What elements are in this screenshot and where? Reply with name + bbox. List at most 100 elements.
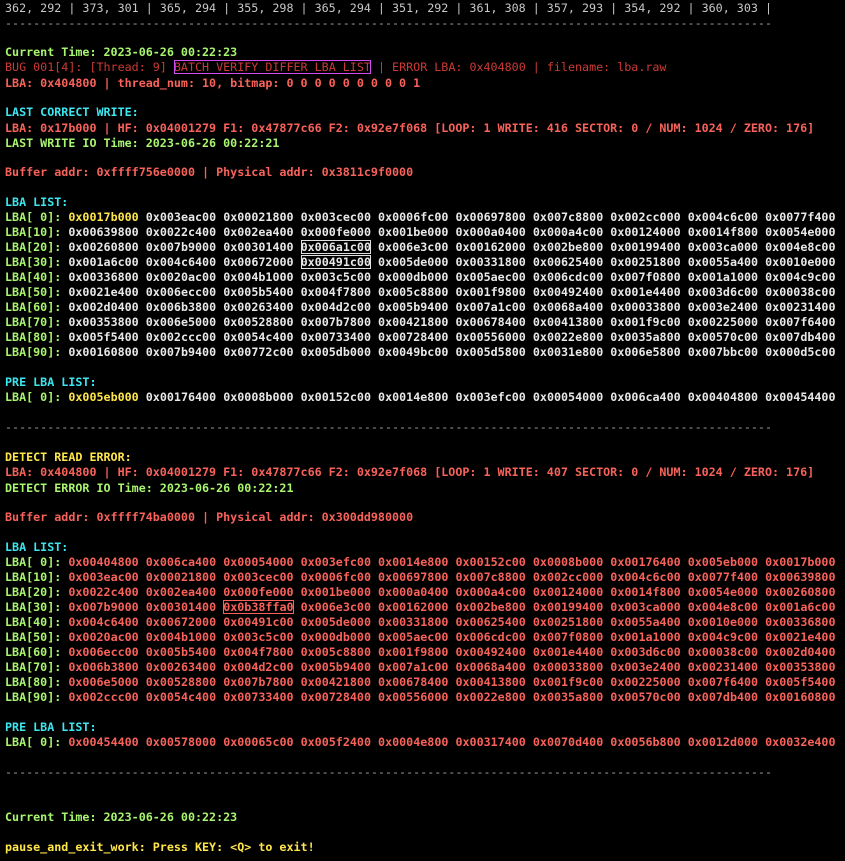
lba-value: 0x00728400 xyxy=(378,330,449,344)
lba-value: 0x00491c00 xyxy=(300,255,371,269)
lba-value: 0x00176400 xyxy=(610,555,681,569)
lba-value: 0x0068a400 xyxy=(532,300,604,314)
lba-value: 0x00639800 xyxy=(68,225,139,239)
lba-row-label: LBA[60]: xyxy=(5,645,62,659)
lba-value: 0x00301400 xyxy=(145,600,217,614)
lba-value: 0x004e8c00 xyxy=(765,240,836,254)
lba-value: 0x0054c400 xyxy=(223,330,294,344)
lba-value: 0x00625400 xyxy=(532,255,604,269)
separator: ----------------------------------------… xyxy=(5,765,772,779)
lba-value: 0x001f9800 xyxy=(378,645,449,659)
lba-value: 0x0068a400 xyxy=(455,660,526,674)
lba-value: 0x00697800 xyxy=(455,210,526,224)
lba-value: 0x00570c00 xyxy=(687,330,759,344)
lba-value: 0x00528800 xyxy=(223,315,294,329)
lba-value: 0x007f0800 xyxy=(610,270,681,284)
lba-value: 0x007f6400 xyxy=(765,315,836,329)
lba-value: 0x003eac00 xyxy=(68,570,139,584)
lba-value: 0x0017b000 xyxy=(765,555,836,569)
lba-value: 0x000a0400 xyxy=(455,225,526,239)
lba-value: 0x0021e400 xyxy=(68,285,139,299)
lba-value: 0x00570c00 xyxy=(610,690,681,704)
last-write-io-time: LAST WRITE IO Time: 2023-06-26 00:22:21 xyxy=(5,136,280,150)
lba-value: 0x003ca000 xyxy=(687,240,759,254)
lba-value: 0x00336800 xyxy=(765,615,836,629)
lba-row-label: LBA[20]: xyxy=(5,240,62,254)
lba-value: 0x007b7800 xyxy=(223,675,294,689)
lba-value: 0x00162000 xyxy=(455,240,526,254)
lba-value: 0x0004e800 xyxy=(378,735,449,749)
lba-value: 0x001be000 xyxy=(300,585,371,599)
lba-value: 0x006b3800 xyxy=(145,300,217,314)
last-correct-heading: LAST CORRECT WRITE: xyxy=(5,105,139,119)
lba-value: 0x004c6400 xyxy=(145,255,217,269)
lba-value: 0x004c9c00 xyxy=(765,270,836,284)
lba-row-label: LBA[40]: xyxy=(5,615,62,629)
lba-value: 0x002cc000 xyxy=(610,210,681,224)
lba-value: 0x00353800 xyxy=(765,660,836,674)
lba-value: 0x002cc000 xyxy=(532,570,604,584)
lba-value: 0x007f0800 xyxy=(532,630,604,644)
lba-value: 0x00413800 xyxy=(532,315,604,329)
lba-value: 0x0022e800 xyxy=(455,690,526,704)
lba-value: 0x00054000 xyxy=(223,555,294,569)
lba-value: 0x005eb000 xyxy=(68,390,139,404)
lba-value: 0x006ca400 xyxy=(145,555,217,569)
lba-row-label: LBA[ 0]: xyxy=(5,735,62,749)
lba-value: 0x00331800 xyxy=(455,255,526,269)
lba-value: 0x00421800 xyxy=(300,675,371,689)
lba-value: 0x000db000 xyxy=(378,270,449,284)
lba-value: 0x005d5800 xyxy=(455,345,526,359)
lba-value: 0x001be000 xyxy=(378,225,449,239)
lba-value: 0x0032e400 xyxy=(765,735,836,749)
bug-suffix: | ERROR LBA: 0x404800 | filename: lba.ra… xyxy=(377,60,667,74)
lba-value: 0x00556000 xyxy=(455,330,526,344)
lba-value: 0x007a1c00 xyxy=(378,660,449,674)
lba-row-label: LBA[90]: xyxy=(5,345,62,359)
lba-value: 0x00492400 xyxy=(455,645,526,659)
lba-value: 0x005db000 xyxy=(300,345,371,359)
exit-prompt[interactable]: pause_and_exit_work: Press KEY: <Q> to e… xyxy=(5,839,315,856)
lba-value: 0x0006fc00 xyxy=(300,570,371,584)
lba-value: 0x002d0400 xyxy=(765,645,836,659)
lba-value: 0x006cdc00 xyxy=(455,630,526,644)
lba-value: 0x006e5000 xyxy=(68,675,139,689)
lba-row-label: LBA[30]: xyxy=(5,255,62,269)
lba-value: 0x007f6400 xyxy=(687,675,759,689)
lba-value: 0x00556000 xyxy=(378,690,449,704)
lba-value: 0x00160800 xyxy=(68,345,139,359)
lba-value: 0x001e4400 xyxy=(532,645,604,659)
lba-value: 0x007a1c00 xyxy=(455,300,526,314)
lba-value: 0x007db400 xyxy=(765,330,836,344)
lba-value: 0x005b5400 xyxy=(145,645,217,659)
lba-value: 0x006a1c00 xyxy=(300,240,371,254)
lba-value: 0x006e3c00 xyxy=(300,600,371,614)
lba-value: 0x00225000 xyxy=(687,315,759,329)
lba-value: 0x005eb000 xyxy=(687,555,759,569)
lba-value: 0x006ca400 xyxy=(610,390,681,404)
lba-value: 0x00231400 xyxy=(687,660,759,674)
lba-row-label: LBA[70]: xyxy=(5,660,62,674)
lba-value: 0x006b3800 xyxy=(68,660,139,674)
lba-value: 0x00672000 xyxy=(145,615,217,629)
lba-value: 0x0035a800 xyxy=(532,690,604,704)
lba-value: 0x005de000 xyxy=(378,255,449,269)
lba-value: 0x00021800 xyxy=(223,210,294,224)
separator: ----------------------------------------… xyxy=(5,420,772,434)
lba-value: 0x006ecc00 xyxy=(68,645,139,659)
lba-row-label: LBA[10]: xyxy=(5,225,62,239)
lba-value: 0x005b5400 xyxy=(223,285,294,299)
lba-value: 0x00199400 xyxy=(610,240,681,254)
lba-value: 0x00492400 xyxy=(532,285,604,299)
lba-value: 0x00263400 xyxy=(145,660,217,674)
separator: ----------------------------------------… xyxy=(5,16,772,30)
lba-row-label: LBA[90]: xyxy=(5,690,62,704)
lba-row: LBA[90]: 0x00160800 0x007b9400 0x00772c0… xyxy=(5,344,836,361)
bug-line: BUG 001[4]: [Thread: 9] BATCH VERIFY DIF… xyxy=(5,59,666,76)
lba-value: 0x00491c00 xyxy=(223,615,294,629)
lba-value: 0x00038c00 xyxy=(687,645,759,659)
lba-value: 0x005aec00 xyxy=(455,270,526,284)
lba-value: 0x002ea400 xyxy=(145,585,217,599)
lba-value: 0x003c5c00 xyxy=(300,270,371,284)
lba-value: 0x00038c00 xyxy=(765,285,836,299)
